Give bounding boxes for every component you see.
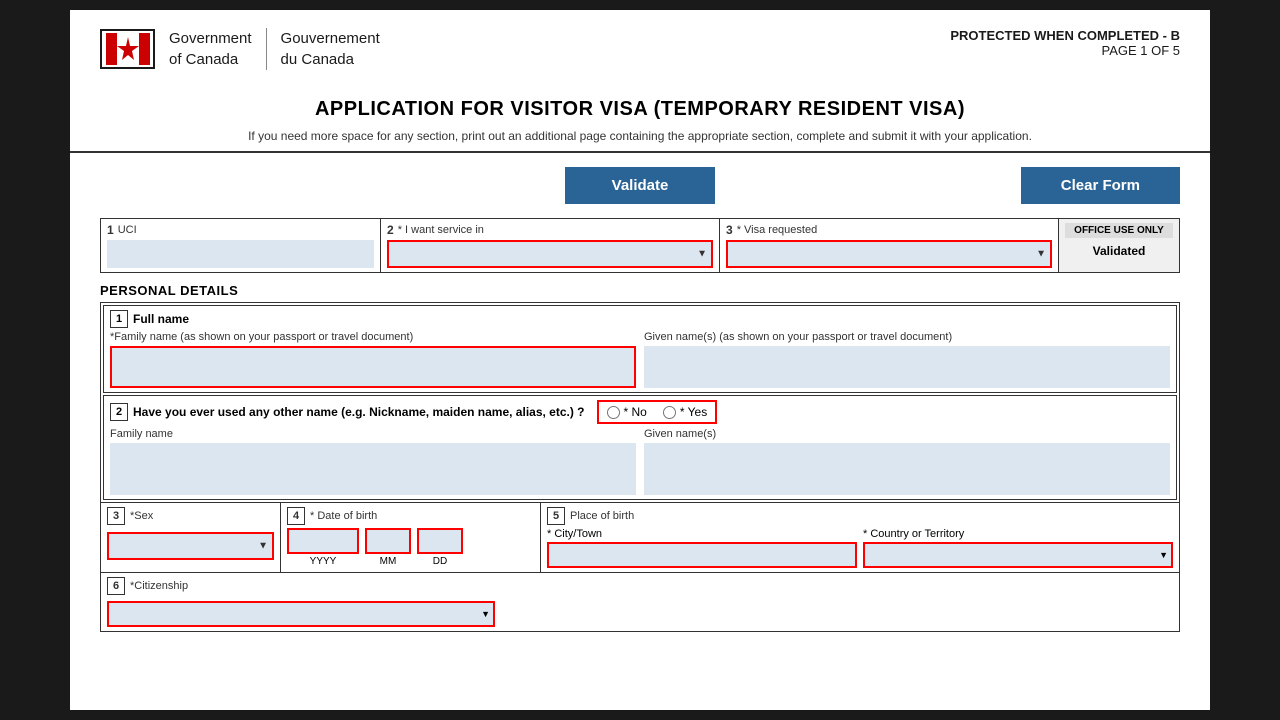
form-area: 1 UCI 2 * I want service in xyxy=(70,218,1210,632)
dob-num: 4 xyxy=(287,507,305,525)
citizenship-row: 6 *Citizenship xyxy=(100,573,1180,632)
given-name-input[interactable] xyxy=(644,346,1170,388)
dob-yyyy-input[interactable] xyxy=(287,528,359,554)
visa-select-wrapper xyxy=(726,240,1052,268)
gov-fr-text: Gouvernement du Canada xyxy=(266,28,380,70)
city-label: * City/Town xyxy=(547,528,857,540)
office-use-cell: OFFICE USE ONLY Validated xyxy=(1059,219,1179,272)
top-fields-row: 1 UCI 2 * I want service in xyxy=(100,218,1180,273)
uci-label: UCI xyxy=(118,224,137,236)
sex-num: 3 xyxy=(107,507,125,525)
country-label: * Country or Territory xyxy=(863,528,1173,540)
dob-mm-group: MM xyxy=(365,528,411,567)
protected-text: PROTECTED WHEN COMPLETED - B PAGE 1 OF 5 xyxy=(950,28,1180,58)
citizenship-label: *Citizenship xyxy=(130,580,188,592)
family-name-label: *Family name (as shown on your passport … xyxy=(110,331,636,343)
family-name-input[interactable] xyxy=(110,346,636,388)
service-select[interactable] xyxy=(387,240,713,268)
given-name-label: Given name(s) (as shown on your passport… xyxy=(644,331,1170,343)
dob-mm-input[interactable] xyxy=(365,528,411,554)
dob-yyyy-group: YYYY xyxy=(287,528,359,567)
citizenship-select[interactable] xyxy=(107,601,495,627)
other-name-num: 2 xyxy=(110,403,128,421)
uci-num: 1 xyxy=(107,223,114,237)
validate-button[interactable]: Validate xyxy=(565,167,715,204)
header: Government of Canada Gouvernement du Can… xyxy=(70,10,1210,80)
other-name-label-row: 2 Have you ever used any other name (e.g… xyxy=(110,403,585,421)
visa-num: 3 xyxy=(726,223,733,237)
dob-dd-group: DD xyxy=(417,528,463,567)
country-select[interactable] xyxy=(863,542,1173,568)
place-num: 5 xyxy=(547,507,565,525)
citizenship-field: 6 *Citizenship xyxy=(101,573,501,631)
dob-label: * Date of birth xyxy=(310,510,377,522)
personal-details-header: PERSONAL DETAILS xyxy=(100,283,1180,298)
other-given-label: Given name(s) xyxy=(644,428,1170,440)
dob-field: 4 * Date of birth YYYY MM DD xyxy=(281,503,541,572)
sex-label: *Sex xyxy=(130,510,153,522)
fullname-label: 1 Full name xyxy=(110,310,1170,328)
city-input[interactable] xyxy=(547,542,857,568)
bottom-fields-row: 3 *Sex 4 * Date of birth xyxy=(100,503,1180,573)
visa-field: 3 * Visa requested xyxy=(720,219,1059,272)
button-row: Validate Clear Form xyxy=(70,153,1210,218)
personal-details-table: 1 Full name *Family name (as shown on yo… xyxy=(100,302,1180,503)
other-given-input[interactable] xyxy=(644,443,1170,495)
sex-select-wrapper xyxy=(107,532,274,560)
sex-select[interactable] xyxy=(107,532,274,560)
service-num: 2 xyxy=(387,223,394,237)
place-of-birth-field: 5 Place of birth * City/Town * Country o… xyxy=(541,503,1179,572)
no-option[interactable]: * No xyxy=(607,405,647,419)
citizenship-num: 6 xyxy=(107,577,125,595)
uci-input[interactable] xyxy=(107,240,374,268)
fullname-row: 1 Full name *Family name (as shown on yo… xyxy=(103,305,1177,393)
yes-option[interactable]: * Yes xyxy=(663,405,707,419)
place-label: Place of birth xyxy=(570,510,634,522)
country-select-wrapper xyxy=(863,542,1173,568)
service-field: 2 * I want service in xyxy=(381,219,720,272)
page-title: APPLICATION FOR VISITOR VISA (TEMPORARY … xyxy=(100,98,1180,121)
title-section: APPLICATION FOR VISITOR VISA (TEMPORARY … xyxy=(70,80,1210,153)
no-radio[interactable] xyxy=(607,406,620,419)
office-use-label: OFFICE USE ONLY xyxy=(1065,223,1173,238)
fullname-num: 1 xyxy=(110,310,128,328)
uci-field: 1 UCI xyxy=(101,219,381,272)
citizenship-select-wrapper xyxy=(107,601,495,627)
visa-label: * Visa requested xyxy=(737,224,818,236)
validated-label: Validated xyxy=(1065,240,1173,262)
gov-en-text: Government of Canada xyxy=(169,28,252,70)
other-name-radio-group: * No * Yes xyxy=(597,400,718,424)
service-label: * I want service in xyxy=(398,224,484,236)
other-family-input[interactable] xyxy=(110,443,636,495)
sex-field: 3 *Sex xyxy=(101,503,281,572)
canada-flag-icon xyxy=(100,29,155,69)
logo-area: Government of Canada Gouvernement du Can… xyxy=(100,28,380,70)
place-inputs: * City/Town * Country or Territory xyxy=(547,528,1173,568)
main-page: Government of Canada Gouvernement du Can… xyxy=(70,10,1210,710)
dob-inputs: YYYY MM DD xyxy=(287,528,534,567)
service-select-wrapper xyxy=(387,240,713,268)
yes-radio[interactable] xyxy=(663,406,676,419)
dob-dd-input[interactable] xyxy=(417,528,463,554)
clear-form-button[interactable]: Clear Form xyxy=(1021,167,1180,204)
other-name-row: 2 Have you ever used any other name (e.g… xyxy=(103,395,1177,500)
other-family-label: Family name xyxy=(110,428,636,440)
visa-select[interactable] xyxy=(726,240,1052,268)
subtitle-text: If you need more space for any section, … xyxy=(100,129,1180,143)
